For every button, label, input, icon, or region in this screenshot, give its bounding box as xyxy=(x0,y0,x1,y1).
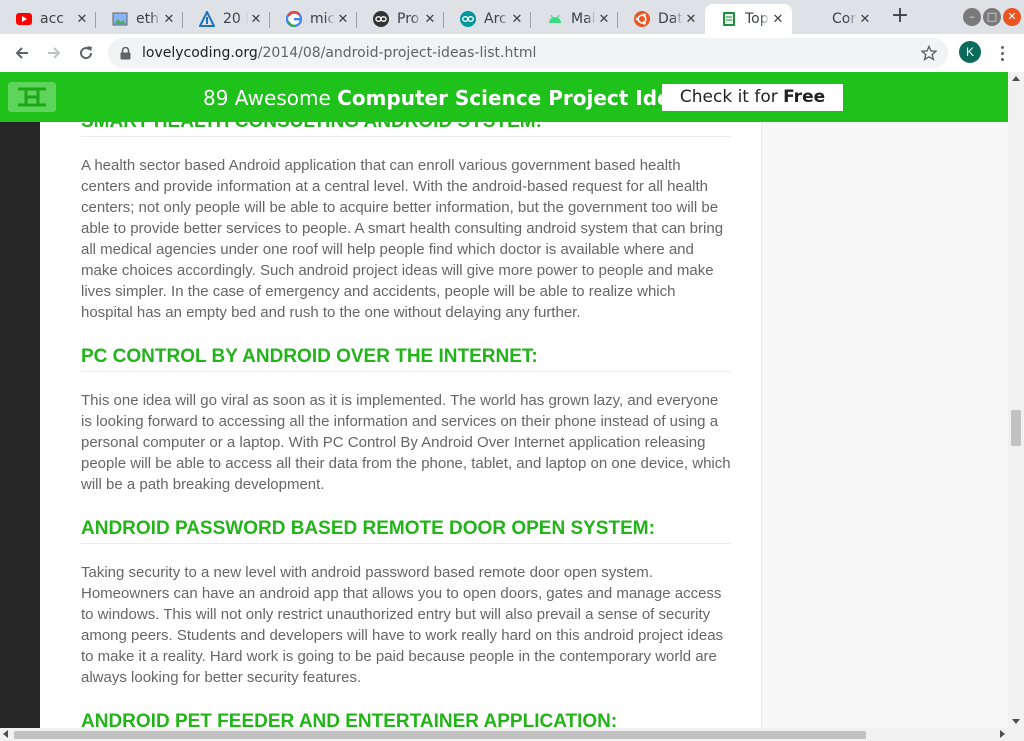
browser-toolbar: lovelycoding.org/2014/08/android-project… xyxy=(0,34,1024,72)
tab-0[interactable]: acc ✕ xyxy=(0,4,96,34)
tab-close-button[interactable]: ✕ xyxy=(74,12,90,27)
tab-title: eth xyxy=(136,11,159,27)
sidebar-divider xyxy=(761,122,762,728)
tab-close-button[interactable]: ✕ xyxy=(335,12,351,27)
section-body: Taking security to a new level with andr… xyxy=(81,564,724,686)
arduino-icon xyxy=(460,11,476,27)
triangle-logo-icon xyxy=(199,11,215,27)
tab-close-button[interactable]: ✕ xyxy=(596,12,612,27)
url-path: /2014/08/android-project-ideas-list.html xyxy=(257,45,537,61)
section-heading: ANDROID PASSWORD BASED REMOTE DOOR OPEN … xyxy=(81,517,731,544)
image-icon xyxy=(112,11,128,27)
tab-title: Mal xyxy=(571,11,596,27)
tab-9[interactable]: Cor ✕ xyxy=(792,4,879,34)
arrow-left-icon xyxy=(15,47,28,59)
site-logo-icon[interactable] xyxy=(8,82,56,112)
tab-close-button[interactable]: ✕ xyxy=(248,12,264,27)
tab-title: Dat xyxy=(658,11,683,27)
blank-page-icon xyxy=(808,11,824,27)
tab-2[interactable]: 20 E ✕ xyxy=(183,4,270,34)
android-icon xyxy=(547,11,563,27)
horizontal-scroll-thumb[interactable] xyxy=(14,731,866,739)
section-body: This one idea will go viral as soon as i… xyxy=(81,392,731,493)
reload-button[interactable] xyxy=(72,39,100,67)
section-heading: PC CONTROL BY ANDROID OVER THE INTERNET: xyxy=(81,345,731,372)
promo-banner[interactable]: 89 Awesome Computer Science Project Idea… xyxy=(0,72,1008,122)
tab-close-button[interactable]: ✕ xyxy=(857,12,873,27)
scroll-down-arrow-icon[interactable] xyxy=(1012,719,1020,724)
banner-lead: 89 Awesome xyxy=(203,86,338,110)
tab-title: Top xyxy=(745,11,769,27)
scroll-right-arrow-icon[interactable] xyxy=(1000,730,1005,738)
section-body: A health sector based Android applicatio… xyxy=(81,157,724,321)
tab-close-button[interactable]: ✕ xyxy=(509,12,525,27)
arrow-right-icon xyxy=(48,47,61,59)
tab-3[interactable]: mic ✕ xyxy=(270,4,357,34)
close-window-button[interactable]: ✕ xyxy=(1003,8,1021,26)
tab-close-button[interactable]: ✕ xyxy=(683,12,699,27)
cta-lead: Check it for xyxy=(679,87,784,107)
cta-bold: Free xyxy=(783,87,826,107)
tab-title: acc xyxy=(40,11,64,27)
new-tab-button[interactable]: + xyxy=(888,5,912,29)
scroll-up-arrow-icon[interactable] xyxy=(1012,76,1020,81)
browser-menu-icon[interactable] xyxy=(994,40,1010,66)
youtube-icon xyxy=(16,11,32,27)
ubuntu-icon xyxy=(634,11,650,27)
tab-strip: acc ✕ eth ✕ 20 E ✕ mic ✕ Pro ✕ xyxy=(0,0,1024,34)
tab-4[interactable]: Pro ✕ xyxy=(357,4,444,34)
tab-close-button[interactable]: ✕ xyxy=(422,12,438,27)
maximize-button[interactable]: □ xyxy=(983,8,1001,26)
banner-bold: Computer Science Project Ideas xyxy=(337,86,696,110)
tab-close-button[interactable]: ✕ xyxy=(161,12,177,27)
tab-6[interactable]: Mal ✕ xyxy=(531,4,618,34)
url-text[interactable]: lovelycoding.org/2014/08/android-project… xyxy=(142,45,536,61)
vertical-scrollbar[interactable] xyxy=(1008,72,1024,728)
url-host: lovelycoding.org xyxy=(142,45,258,61)
bookmark-star-icon[interactable] xyxy=(920,44,938,62)
banner-headline: 89 Awesome Computer Science Project Idea… xyxy=(203,86,696,110)
tab-5[interactable]: Arc ✕ xyxy=(444,4,531,34)
profile-avatar[interactable]: K xyxy=(959,41,981,63)
google-icon xyxy=(286,11,302,27)
page-viewport: SMART HEALTH CONSULTING ANDROID SYSTEM: … xyxy=(0,72,1008,728)
book-icon xyxy=(721,11,737,27)
scroll-left-arrow-icon[interactable] xyxy=(3,730,8,738)
tab-title: Cor xyxy=(832,11,857,27)
forward-button[interactable] xyxy=(40,39,68,67)
address-bar[interactable]: lovelycoding.org/2014/08/android-project… xyxy=(108,38,948,68)
tab-title: Pro xyxy=(397,11,420,27)
tab-7[interactable]: Dat ✕ xyxy=(618,4,705,34)
section-heading: ANDROID PET FEEDER AND ENTERTAINER APPLI… xyxy=(81,710,731,728)
banner-cta-button[interactable]: Check it for Free xyxy=(662,84,843,111)
infinity-icon xyxy=(373,11,389,27)
tab-1[interactable]: eth ✕ xyxy=(96,4,183,34)
left-gutter xyxy=(0,72,40,728)
tab-8-active[interactable]: Top ✕ xyxy=(705,4,792,34)
horizontal-scrollbar[interactable] xyxy=(0,728,1024,741)
sidebar xyxy=(762,122,1008,728)
tab-title: mic xyxy=(310,11,335,27)
tab-title: 20 E xyxy=(223,11,248,27)
tab-title: Arc xyxy=(484,11,507,27)
article-content: SMART HEALTH CONSULTING ANDROID SYSTEM: … xyxy=(81,110,731,728)
lock-icon xyxy=(120,46,134,60)
vertical-scroll-thumb[interactable] xyxy=(1011,410,1021,446)
reload-icon xyxy=(80,46,93,60)
tab-close-button[interactable]: ✕ xyxy=(770,12,786,27)
back-button[interactable] xyxy=(8,39,36,67)
minimize-button[interactable]: – xyxy=(963,8,981,26)
